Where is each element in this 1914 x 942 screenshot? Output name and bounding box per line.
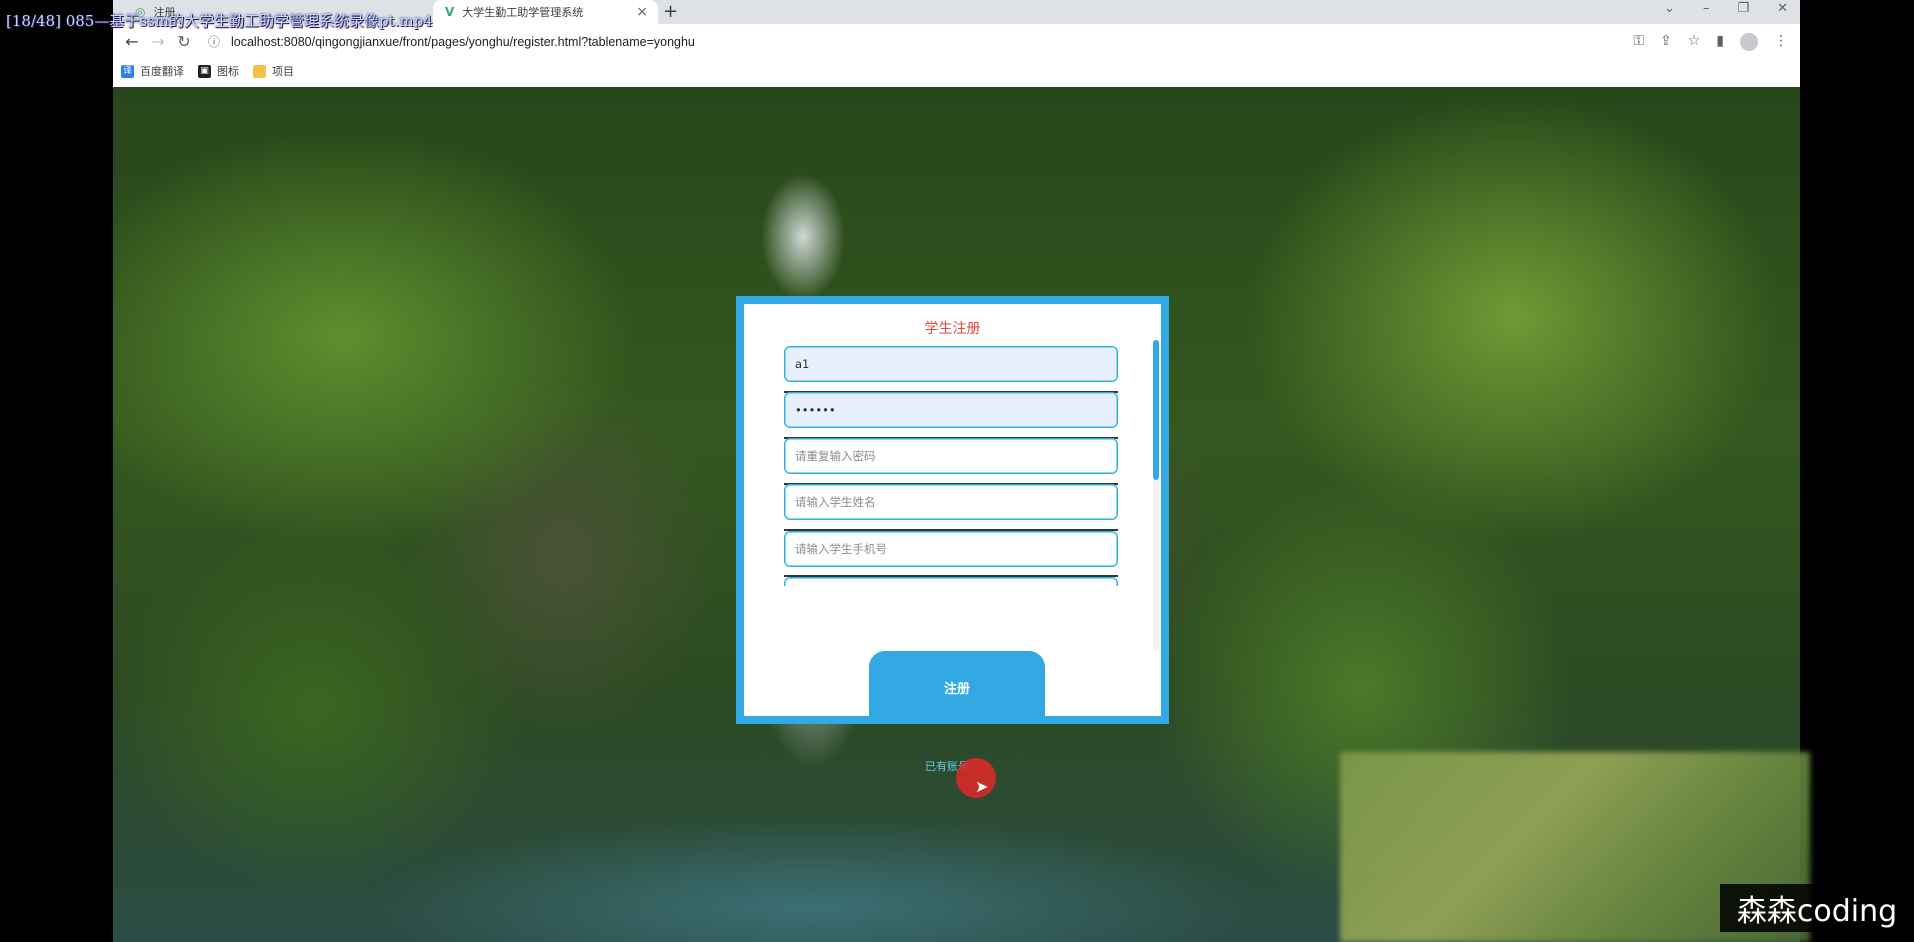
reload-icon[interactable]: ↻ [171, 32, 197, 51]
folder-icon [253, 64, 266, 78]
register-button[interactable]: 注册 [869, 651, 1045, 724]
cursor-icon: ➤ [975, 777, 989, 796]
address-bar[interactable]: ⓘ localhost:8080/qingongjianxue/front/pa… [205, 29, 1633, 55]
bookmark-label: 项目 [272, 65, 294, 78]
video-title: [18/48] 085—基于ssm的大学生勤工助学管理系统录像pt.mp4 [6, 12, 433, 30]
bookmark-baidu-translate[interactable]: 译 百度翻译 [121, 63, 184, 79]
tab-system[interactable]: V 大学生勤工助学管理系统 × [433, 0, 658, 24]
bookmark-projects[interactable]: 项目 [253, 63, 294, 79]
minimize-icon[interactable]: – [1703, 1, 1710, 16]
account-input[interactable] [784, 346, 1118, 382]
close-window-icon[interactable]: ✕ [1777, 1, 1788, 16]
student-name-input[interactable] [784, 484, 1118, 520]
translate-icon: 译 [121, 64, 134, 78]
student-id-card-input[interactable] [784, 577, 1118, 586]
bookmark-label: 百度翻译 [140, 65, 184, 78]
info-icon[interactable]: ⓘ [205, 33, 223, 51]
bookmark-label: 图标 [217, 65, 239, 78]
key-icon[interactable]: ⚿ [1633, 33, 1644, 51]
chart-icon: ▣ [198, 64, 211, 78]
star-icon[interactable]: ☆ [1688, 33, 1701, 51]
url-text: localhost:8080/qingongjianxue/front/page… [231, 34, 695, 49]
restore-icon[interactable]: ❐ [1737, 1, 1749, 16]
form-title: 学生注册 [924, 321, 981, 337]
avatar[interactable] [1740, 32, 1758, 51]
scrollbar-thumb[interactable] [1153, 340, 1159, 480]
toolbar-icons: ⚿ ⇪ ☆ ▮ ⋮ [1633, 32, 1788, 51]
watermark: 森森coding [1720, 884, 1914, 932]
back-icon[interactable]: ← [119, 32, 145, 51]
menu-icon[interactable]: ⋮ [1774, 33, 1788, 51]
close-icon[interactable]: × [636, 4, 648, 20]
new-tab-button[interactable]: + [663, 1, 678, 22]
chevron-down-icon[interactable]: ⌄ [1664, 1, 1675, 16]
sidebar-icon[interactable]: ▮ [1716, 33, 1724, 51]
student-phone-input[interactable] [784, 531, 1118, 567]
bookmarks-bar: 译 百度翻译 ▣ 图标 项目 [113, 59, 1800, 83]
register-form: 学生注册 a1 •••••• 请输入学生姓名 请输入学生手机号 请输入学生身份证… [736, 296, 1169, 724]
confirm-password-input[interactable] [784, 438, 1118, 474]
forward-icon[interactable]: → [145, 32, 171, 51]
bookmark-icons[interactable]: ▣ 图标 [198, 63, 239, 79]
form-scroll-area [744, 346, 1161, 586]
form-scrollbar[interactable] [1153, 340, 1159, 650]
password-input[interactable] [784, 392, 1118, 428]
share-icon[interactable]: ⇪ [1660, 33, 1672, 51]
tab-label: 大学生勤工助学管理系统 [462, 6, 584, 19]
window-controls: ⌄ – ❐ ✕ [1664, 1, 1788, 16]
vue-icon: V [445, 5, 455, 19]
